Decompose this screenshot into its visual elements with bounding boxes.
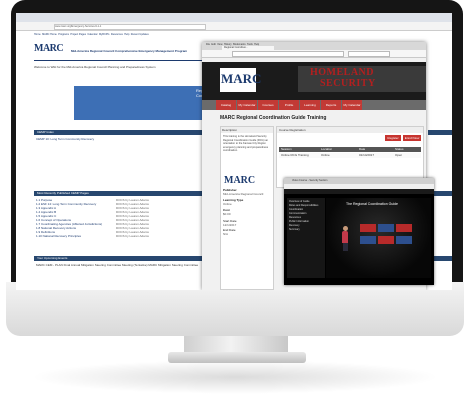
table-header-cell: Date xyxy=(359,147,366,151)
org-ribbon-icon xyxy=(396,224,412,232)
org-ribbon-icon xyxy=(378,236,394,244)
video-window: Video Course - Security Section Overview… xyxy=(284,178,434,285)
register-button[interactable]: Register xyxy=(385,135,401,141)
back-breadcrumb: Welcome to Wiki for the Mid-America Regi… xyxy=(34,65,156,69)
back-menu-item[interactable]: Resources xyxy=(111,33,123,36)
nav-tab[interactable]: Profile xyxy=(279,100,299,110)
back-welcome-banner: Regional Comp xyxy=(74,86,214,120)
presenter-figure xyxy=(342,226,348,252)
back-menu-item[interactable]: Help xyxy=(124,33,129,36)
table-header-cell: Location xyxy=(321,147,333,151)
chapter-item[interactable]: Summary xyxy=(287,228,325,232)
back-page-title: Mid-America Regional Council Comprehensi… xyxy=(71,49,188,53)
registration-heading: Course Registration xyxy=(277,127,423,133)
back-section3-header: Your Upcoming Events xyxy=(34,256,204,261)
table-header-cell: Session xyxy=(281,147,292,151)
back-menu-item[interactable]: Project Pages xyxy=(70,33,86,36)
session-table-header: Session Location Date Status xyxy=(279,147,421,152)
back-event-item[interactable]: MARC CEM - PLAN Final Annual Mitigation … xyxy=(36,263,204,267)
description-panel: Description This training is the Homelan… xyxy=(220,126,274,290)
description-text: This training is the Homeland Security R… xyxy=(223,135,269,153)
back-section3-heading: Your Upcoming Events xyxy=(37,256,68,260)
monitor-chin xyxy=(6,282,464,336)
video-player-bar xyxy=(284,189,434,194)
list-item[interactable]: 1.10 National Recovery Principles DOCS by… xyxy=(36,234,201,238)
org-ribbon-icon xyxy=(396,236,412,244)
back-section1-heading: CEMP Index xyxy=(37,130,54,134)
front-search-box[interactable] xyxy=(348,51,390,57)
table-header-cell: Status xyxy=(395,147,404,151)
front-tabbar: File Edit View History Bookmarks Tools H… xyxy=(202,42,426,50)
back-section1-header-right xyxy=(428,130,452,135)
back-section2-header: Most Recently Published CEMP Pages xyxy=(34,191,204,196)
back-menu-bar: Home MARC Home Programs Project Pages Ca… xyxy=(34,33,234,37)
back-menu-item[interactable]: Programs xyxy=(58,33,69,36)
back-section1-item[interactable]: CEMP 10: Long Term Community Recovery xyxy=(36,137,196,141)
back-menu-item[interactable]: Recent Updates xyxy=(131,33,149,36)
video-chapter-menu: Overview of Guide Roles and Responsibili… xyxy=(287,198,325,278)
menu-item[interactable]: File xyxy=(206,43,210,46)
site-header: MARC HOMELAND SECURITY xyxy=(202,62,426,100)
back-marc-logo: MARC xyxy=(34,43,64,54)
end-value: N/A xyxy=(223,232,229,236)
description-logo: MARC xyxy=(224,175,256,186)
back-recent-list: 1.1 Purpose DOCS by Lauren Adams 1.2 ESF … xyxy=(36,198,201,238)
monitor-stand-base xyxy=(168,352,306,363)
table-row[interactable]: Online RCG Training Online 01/14/2017 Op… xyxy=(279,153,421,158)
site-nav: Catalog My Calendar Courses Profile Lear… xyxy=(202,100,426,117)
table-cell: Open xyxy=(395,153,403,157)
nav-tab[interactable]: My Calendar xyxy=(237,100,257,110)
front-address-bar[interactable] xyxy=(232,51,344,57)
video-heading: The Regional Coordination Guide xyxy=(346,202,398,206)
video-window-title: Video Course - Security Section xyxy=(292,179,328,182)
front-toolbar xyxy=(202,50,426,58)
page-title: MARC Regional Coordination Guide Trainin… xyxy=(220,115,327,121)
table-cell: Online RCG Training xyxy=(281,153,309,157)
monitor-shadow xyxy=(30,360,440,394)
org-ribbon-icon xyxy=(360,236,376,244)
back-menu-item[interactable]: MyRCPG xyxy=(99,33,110,36)
start-label: Start Date xyxy=(223,219,237,223)
back-title-rule xyxy=(34,60,209,61)
nav-tab[interactable]: Courses xyxy=(258,100,278,110)
org-ribbon-icon xyxy=(360,224,376,232)
brand-line-homeland: HOMELAND xyxy=(310,67,374,78)
monitor-screen: www.marc.org/Emergency-Services-9-1-1 Ho… xyxy=(16,13,452,290)
back-menu-item[interactable]: Home xyxy=(34,33,41,36)
video-stage[interactable]: The Regional Coordination Guide xyxy=(326,198,431,278)
nav-tab[interactable]: Learning Paths xyxy=(300,100,320,117)
nav-tab[interactable]: Reports xyxy=(321,100,341,110)
table-cell: 01/14/2017 xyxy=(359,153,375,157)
table-cell: Online xyxy=(321,153,330,157)
nav-tab[interactable]: My Calendar xyxy=(342,100,362,110)
marc-logo: MARC xyxy=(221,71,262,86)
brand-line-security: SECURITY xyxy=(320,78,376,89)
menu-item[interactable]: Edit xyxy=(211,43,215,46)
back-menu-item[interactable]: MARC Home xyxy=(42,33,57,36)
org-ribbon-icon xyxy=(378,224,394,232)
nav-tab[interactable]: Catalog xyxy=(216,100,236,110)
back-browser-tabbar xyxy=(16,13,452,22)
enroll-button[interactable]: Enroll Now xyxy=(403,135,421,141)
back-section2-heading: Most Recently Published CEMP Pages xyxy=(37,191,89,195)
back-menu-item[interactable]: Calendar xyxy=(87,33,97,36)
back-section1-header: CEMP Index xyxy=(34,130,204,135)
back-address-bar[interactable]: www.marc.org/Emergency-Services-9-1-1 xyxy=(54,24,206,30)
